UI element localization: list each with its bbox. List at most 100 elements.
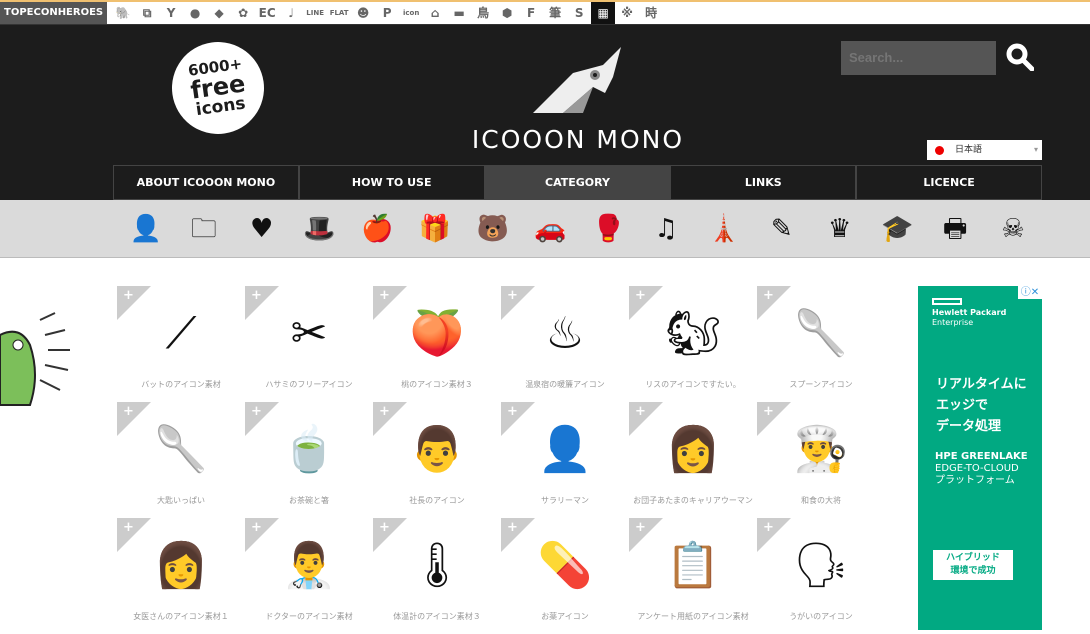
- topbar-site-link[interactable]: icon: [399, 2, 423, 24]
- add-plus-button[interactable]: +: [629, 286, 663, 320]
- icon-card[interactable]: + 🍵 お茶碗と箸: [245, 402, 373, 518]
- topbar-site-link[interactable]: ●: [183, 2, 207, 24]
- category-gift-icon[interactable]: 🎁: [418, 212, 452, 246]
- nav-item-about-icooon-mono[interactable]: ABOUT ICOOON MONO: [113, 165, 299, 200]
- topbar-site-link[interactable]: ⌂: [423, 2, 447, 24]
- icon-card[interactable]: + ✂ ハサミのフリーアイコン: [245, 286, 373, 402]
- language-select[interactable]: 日本語 ▾: [927, 140, 1042, 160]
- icon-card[interactable]: + 🥄 大匙いっぱい: [117, 402, 245, 518]
- category-car-icon[interactable]: 🚗: [534, 212, 568, 246]
- icon-image[interactable]: 🍵: [279, 420, 339, 480]
- topbar-site-link[interactable]: ⬢: [495, 2, 519, 24]
- icon-image[interactable]: 👤: [535, 420, 595, 480]
- add-plus-button[interactable]: +: [373, 402, 407, 436]
- icon-label[interactable]: バットのアイコン素材: [117, 378, 245, 392]
- icon-label[interactable]: うがいのアイコン: [757, 610, 885, 624]
- icon-card[interactable]: + 👩 お団子あたまのキャリアウーマン: [629, 402, 757, 518]
- add-plus-button[interactable]: +: [117, 286, 151, 320]
- add-plus-button[interactable]: +: [245, 402, 279, 436]
- topbar-site-link[interactable]: ※: [615, 2, 639, 24]
- topbar-site-link[interactable]: FLAT: [327, 2, 351, 24]
- icon-image[interactable]: 👨: [407, 420, 467, 480]
- topbar-site-link[interactable]: ✿: [231, 2, 255, 24]
- icon-label[interactable]: アンケート用紙のアイコン素材: [629, 610, 757, 624]
- category-lighthouse-icon[interactable]: 🗼: [707, 212, 741, 246]
- add-plus-button[interactable]: +: [245, 286, 279, 320]
- add-plus-button[interactable]: +: [629, 402, 663, 436]
- category-apple-icon[interactable]: 🍎: [360, 212, 394, 246]
- nav-item-category[interactable]: CATEGORY: [484, 165, 671, 200]
- icon-label[interactable]: リスのアイコンですたい。: [629, 378, 757, 392]
- icon-label[interactable]: スプーンアイコン: [757, 378, 885, 392]
- icon-label[interactable]: お茶碗と箸: [245, 494, 373, 508]
- add-plus-button[interactable]: +: [245, 518, 279, 552]
- icon-label[interactable]: 社長のアイコン: [373, 494, 501, 508]
- add-plus-button[interactable]: +: [757, 518, 791, 552]
- icon-label[interactable]: ドクターのアイコン素材: [245, 610, 373, 624]
- icon-image[interactable]: 👨‍⚕: [279, 536, 339, 596]
- topbar-site-link[interactable]: 筆: [543, 2, 567, 24]
- topbar-site-link[interactable]: EC: [255, 2, 279, 24]
- icon-image[interactable]: ✂: [279, 304, 339, 364]
- add-plus-button[interactable]: +: [757, 286, 791, 320]
- add-plus-button[interactable]: +: [501, 518, 535, 552]
- icon-image[interactable]: 🐿: [663, 304, 723, 364]
- icon-image[interactable]: 📋: [663, 536, 723, 596]
- icon-image[interactable]: 🥄: [791, 304, 851, 364]
- category-person-icon[interactable]: 👤: [129, 212, 163, 246]
- search-icon[interactable]: [1006, 43, 1034, 71]
- icon-label[interactable]: 温泉宿の暖簾アイコン: [501, 378, 629, 392]
- icon-card[interactable]: + 📋 アンケート用紙のアイコン素材: [629, 518, 757, 634]
- topbar-site-link[interactable]: ☻: [351, 2, 375, 24]
- category-pencil-icon[interactable]: ✎: [765, 212, 799, 246]
- category-music-icon[interactable]: ♫: [649, 212, 683, 246]
- icon-card[interactable]: + 💊 お薬アイコン: [501, 518, 629, 634]
- topbar-site-link[interactable]: LINE: [303, 2, 327, 24]
- category-printer-icon[interactable]: 🖶: [938, 212, 972, 246]
- category-graduation-cap-icon[interactable]: 🎓: [880, 212, 914, 246]
- icon-card[interactable]: + 👨‍⚕ ドクターのアイコン素材: [245, 518, 373, 634]
- icon-image[interactable]: 🥄: [151, 420, 211, 480]
- icon-card[interactable]: + ♨ 温泉宿の暖簾アイコン: [501, 286, 629, 402]
- icon-card[interactable]: + 🍑 桃のアイコン素材３: [373, 286, 501, 402]
- category-crown-badge-icon[interactable]: ♛: [823, 212, 857, 246]
- add-plus-button[interactable]: +: [117, 518, 151, 552]
- icon-label[interactable]: 和食の大将: [757, 494, 885, 508]
- icon-label[interactable]: お薬アイコン: [501, 610, 629, 624]
- add-plus-button[interactable]: +: [373, 518, 407, 552]
- icon-label[interactable]: サラリーマン: [501, 494, 629, 508]
- ad-cta-button[interactable]: ハイブリッド 環境で成功: [933, 550, 1013, 580]
- category-pirate-skull-icon[interactable]: ☠: [996, 212, 1030, 246]
- icon-label[interactable]: 大匙いっぱい: [117, 494, 245, 508]
- topbar-site-link[interactable]: 🐘: [111, 2, 135, 24]
- add-plus-button[interactable]: +: [629, 518, 663, 552]
- icon-card[interactable]: + 👨‍🍳 和食の大将: [757, 402, 885, 518]
- icon-label[interactable]: 女医さんのアイコン素材１: [117, 610, 245, 624]
- icon-card[interactable]: + 👨 社長のアイコン: [373, 402, 501, 518]
- nav-item-links[interactable]: LINKS: [670, 165, 857, 200]
- icon-card[interactable]: + 🌡 体温計のアイコン素材３: [373, 518, 501, 634]
- icon-image[interactable]: ⟋: [151, 304, 211, 364]
- topbar-site-link[interactable]: S: [567, 2, 591, 24]
- category-boxing-glove-icon[interactable]: 🥊: [591, 212, 625, 246]
- add-plus-button[interactable]: +: [373, 286, 407, 320]
- category-folder-icon[interactable]: 🗀: [187, 212, 221, 246]
- nav-item-licence[interactable]: LICENCE: [856, 165, 1042, 200]
- icon-card[interactable]: + 🗣 うがいのアイコン: [757, 518, 885, 634]
- icon-image[interactable]: 🌡: [407, 536, 467, 596]
- topbar-site-link[interactable]: ♩: [279, 2, 303, 24]
- category-hat-icon[interactable]: 🎩: [302, 212, 336, 246]
- topbar-site-link[interactable]: Y: [159, 2, 183, 24]
- topbar-site-link[interactable]: P: [375, 2, 399, 24]
- icon-card[interactable]: + 👤 サラリーマン: [501, 402, 629, 518]
- topeconheroes-link[interactable]: TOPECONHEROES: [0, 2, 108, 24]
- unicorn-logo-icon[interactable]: [533, 47, 623, 115]
- topbar-site-link[interactable]: F: [519, 2, 543, 24]
- add-plus-button[interactable]: +: [117, 402, 151, 436]
- icon-image[interactable]: 🗣: [791, 536, 851, 596]
- advertisement[interactable]: ⓘ✕ Hewlett Packard Enterprise リアルタイムに エッジで…: [918, 286, 1042, 630]
- add-plus-button[interactable]: +: [501, 286, 535, 320]
- icon-label[interactable]: 桃のアイコン素材３: [373, 378, 501, 392]
- ad-close-icon[interactable]: ⓘ✕: [1018, 286, 1042, 299]
- search-input[interactable]: [841, 41, 996, 75]
